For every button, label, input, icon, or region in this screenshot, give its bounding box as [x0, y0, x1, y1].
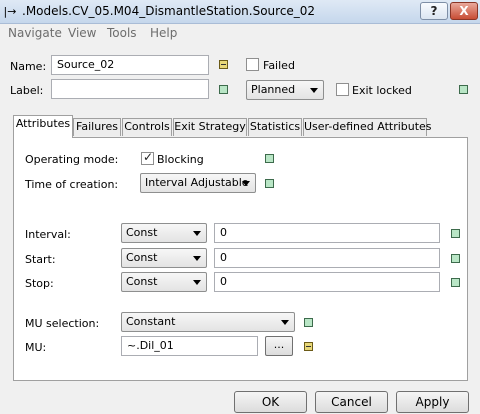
- label-inheritance-indicator[interactable]: [219, 85, 228, 94]
- mu-label: MU:: [25, 341, 47, 354]
- ok-button[interactable]: OK: [234, 391, 307, 413]
- time-of-creation-indicator[interactable]: [265, 179, 274, 188]
- name-inheritance-indicator[interactable]: [219, 60, 228, 69]
- menu-help[interactable]: Help: [150, 26, 177, 40]
- tab-user-defined-attributes[interactable]: User-defined Attributes: [303, 118, 432, 136]
- mu-selection-select[interactable]: Constant: [121, 312, 295, 332]
- chevron-down-icon: [193, 280, 201, 285]
- start-indicator[interactable]: [451, 254, 460, 263]
- mu-inheritance-indicator[interactable]: [304, 342, 313, 351]
- chevron-down-icon: [193, 231, 201, 236]
- tab-attributes[interactable]: Attributes: [13, 115, 73, 138]
- chevron-down-icon: [281, 320, 289, 325]
- stop-input[interactable]: 0: [214, 272, 440, 292]
- menu-bar: Navigate View Tools Help: [0, 24, 480, 43]
- apply-button[interactable]: Apply: [396, 391, 469, 413]
- close-button[interactable]: X: [450, 2, 478, 20]
- name-label: Name:: [10, 60, 47, 73]
- mu-selection-indicator[interactable]: [304, 318, 313, 327]
- start-distribution-value: Const: [126, 251, 158, 264]
- time-of-creation-label: Time of creation:: [25, 178, 119, 191]
- time-of-creation-select[interactable]: Interval Adjustable: [140, 173, 256, 193]
- stop-indicator[interactable]: [451, 278, 460, 287]
- name-input[interactable]: Source_02: [51, 55, 209, 75]
- blocking-checkbox[interactable]: [141, 150, 154, 165]
- state-select-value: Planned: [251, 83, 296, 96]
- chevron-down-icon: [242, 181, 250, 186]
- interval-input[interactable]: 0: [214, 223, 440, 243]
- blocking-label: Blocking: [157, 153, 204, 166]
- mu-selection-label: MU selection:: [25, 317, 100, 330]
- interval-distribution-value: Const: [126, 226, 158, 239]
- label-label: Label:: [10, 84, 44, 97]
- failed-checkbox[interactable]: [246, 58, 259, 71]
- state-select[interactable]: Planned: [246, 80, 324, 100]
- operating-mode-label: Operating mode:: [25, 153, 119, 166]
- start-label: Start:: [25, 253, 56, 266]
- app-icon: |→: [3, 5, 17, 18]
- interval-label: Interval:: [25, 228, 71, 241]
- tab-statistics[interactable]: Statistics: [248, 118, 302, 136]
- mu-browse-button[interactable]: ...: [265, 336, 293, 356]
- mu-selection-value: Constant: [126, 315, 176, 328]
- tab-failures[interactable]: Failures: [73, 118, 121, 136]
- exit-locked-label: Exit locked: [352, 84, 412, 97]
- exit-locked-indicator[interactable]: [459, 85, 468, 94]
- start-input[interactable]: 0: [214, 248, 440, 268]
- tab-controls[interactable]: Controls: [122, 118, 172, 136]
- exit-locked-checkbox[interactable]: [336, 83, 349, 96]
- chevron-down-icon: [193, 256, 201, 261]
- interval-distribution-select[interactable]: Const: [121, 223, 207, 243]
- interval-indicator[interactable]: [451, 229, 460, 238]
- title-bar: |→ .Models.CV_05.M04_DismantleStation.So…: [0, 0, 480, 24]
- blocking-indicator[interactable]: [265, 154, 274, 163]
- help-button[interactable]: ?: [420, 2, 448, 20]
- window-title: .Models.CV_05.M04_DismantleStation.Sourc…: [22, 4, 316, 18]
- menu-tools[interactable]: Tools: [107, 26, 137, 40]
- chevron-down-icon: [310, 88, 318, 93]
- mu-input[interactable]: ~.Dil_01: [121, 336, 258, 356]
- tab-exit-strategy[interactable]: Exit Strategy: [173, 118, 247, 136]
- time-of-creation-value: Interval Adjustable: [145, 176, 249, 189]
- stop-label: Stop:: [25, 277, 54, 290]
- label-input[interactable]: [51, 79, 209, 99]
- menu-navigate[interactable]: Navigate: [8, 26, 62, 40]
- start-distribution-select[interactable]: Const: [121, 248, 207, 268]
- stop-distribution-value: Const: [126, 275, 158, 288]
- cancel-button[interactable]: Cancel: [315, 391, 388, 413]
- failed-label: Failed: [263, 59, 295, 72]
- stop-distribution-select[interactable]: Const: [121, 272, 207, 292]
- menu-view[interactable]: View: [68, 26, 96, 40]
